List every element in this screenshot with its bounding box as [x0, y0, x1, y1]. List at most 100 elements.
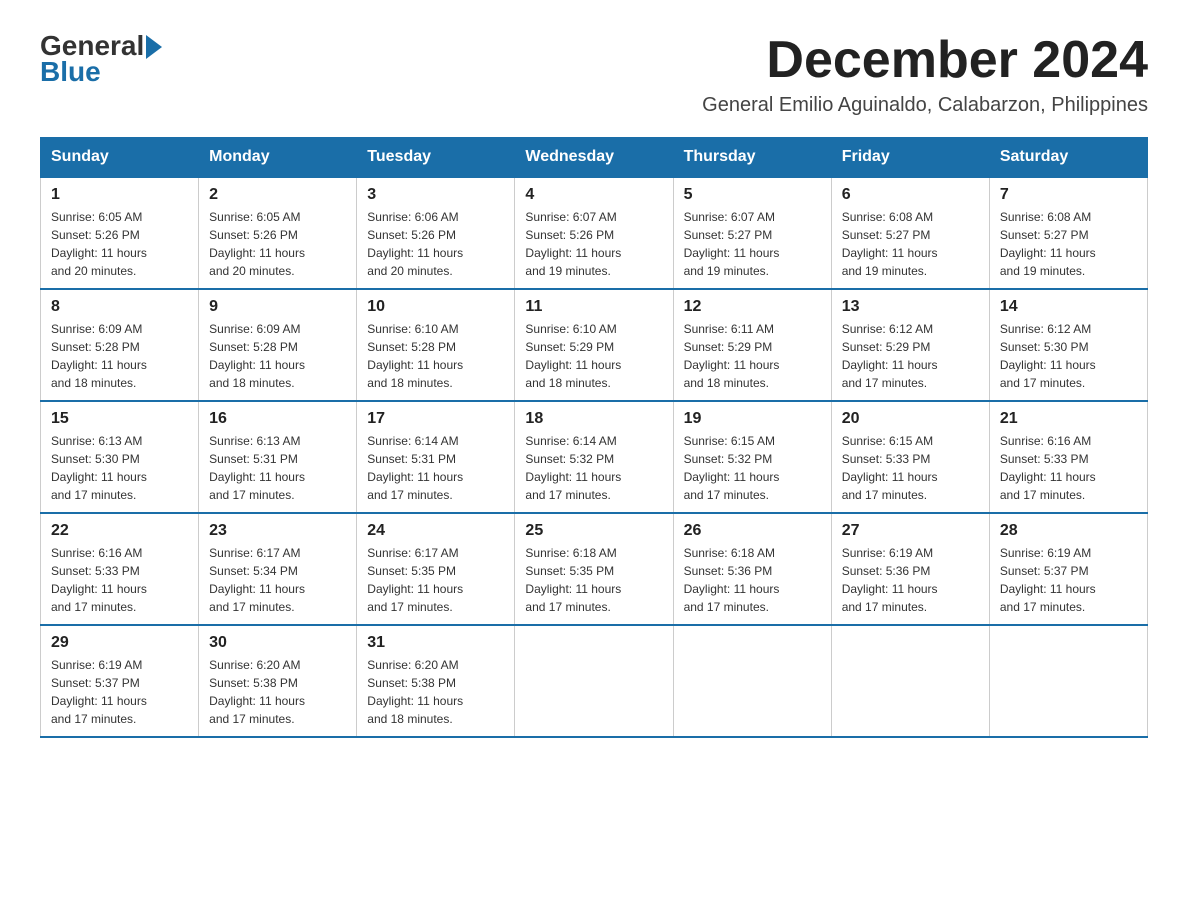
day-info: Sunrise: 6:17 AMSunset: 5:34 PMDaylight:…: [209, 544, 346, 616]
day-info: Sunrise: 6:16 AMSunset: 5:33 PMDaylight:…: [1000, 432, 1137, 504]
weekday-header-row: SundayMondayTuesdayWednesdayThursdayFrid…: [41, 138, 1148, 178]
day-number: 2: [209, 186, 346, 204]
day-info: Sunrise: 6:14 AMSunset: 5:31 PMDaylight:…: [367, 432, 504, 504]
day-info: Sunrise: 6:17 AMSunset: 5:35 PMDaylight:…: [367, 544, 504, 616]
day-info: Sunrise: 6:16 AMSunset: 5:33 PMDaylight:…: [51, 544, 188, 616]
calendar-cell: 3 Sunrise: 6:06 AMSunset: 5:26 PMDaylight…: [357, 177, 515, 289]
day-info: Sunrise: 6:08 AMSunset: 5:27 PMDaylight:…: [842, 208, 979, 280]
calendar-cell: [831, 625, 989, 737]
calendar-cell: 28Sunrise: 6:19 AMSunset: 5:37 PMDayligh…: [989, 513, 1147, 625]
calendar-cell: 20 Sunrise: 6:15 AMSunset: 5:33 PMDayligh…: [831, 401, 989, 513]
day-number: 3: [367, 186, 504, 204]
calendar-cell: 9Sunrise: 6:09 AMSunset: 5:28 PMDaylight…: [199, 289, 357, 401]
day-number: 26: [684, 522, 821, 540]
page-header: General Blue December 2024 General Emili…: [40, 30, 1148, 117]
day-info: Sunrise: 6:13 AMSunset: 5:31 PMDaylight:…: [209, 432, 346, 504]
day-number: 18: [525, 410, 662, 428]
calendar-cell: 15Sunrise: 6:13 AMSunset: 5:30 PMDayligh…: [41, 401, 199, 513]
weekday-header-friday: Friday: [831, 138, 989, 178]
calendar-table: SundayMondayTuesdayWednesdayThursdayFrid…: [40, 137, 1148, 738]
day-number: 21: [1000, 410, 1137, 428]
calendar-week-row-3: 15Sunrise: 6:13 AMSunset: 5:30 PMDayligh…: [41, 401, 1148, 513]
day-info: Sunrise: 6:18 AMSunset: 5:36 PMDaylight:…: [684, 544, 821, 616]
calendar-cell: 19Sunrise: 6:15 AMSunset: 5:32 PMDayligh…: [673, 401, 831, 513]
day-info: Sunrise: 6:19 AMSunset: 5:37 PMDaylight:…: [51, 656, 188, 728]
day-info: Sunrise: 6:13 AMSunset: 5:30 PMDaylight:…: [51, 432, 188, 504]
calendar-cell: 31 Sunrise: 6:20 AMSunset: 5:38 PMDayligh…: [357, 625, 515, 737]
day-info: Sunrise: 6:20 AMSunset: 5:38 PMDaylight:…: [209, 656, 346, 728]
logo-blue-text: Blue: [40, 56, 162, 88]
day-info: Sunrise: 6:07 AMSunset: 5:27 PMDaylight:…: [684, 208, 821, 280]
calendar-cell: 6 Sunrise: 6:08 AMSunset: 5:27 PMDaylight…: [831, 177, 989, 289]
day-number: 24: [367, 522, 504, 540]
day-number: 16: [209, 410, 346, 428]
day-number: 31: [367, 634, 504, 652]
day-number: 30: [209, 634, 346, 652]
calendar-cell: 8 Sunrise: 6:09 AMSunset: 5:28 PMDaylight…: [41, 289, 199, 401]
calendar-cell: 30 Sunrise: 6:20 AMSunset: 5:38 PMDayligh…: [199, 625, 357, 737]
weekday-header-thursday: Thursday: [673, 138, 831, 178]
day-info: Sunrise: 6:10 AMSunset: 5:29 PMDaylight:…: [525, 320, 662, 392]
calendar-cell: 17 Sunrise: 6:14 AMSunset: 5:31 PMDayligh…: [357, 401, 515, 513]
weekday-header-tuesday: Tuesday: [357, 138, 515, 178]
day-number: 13: [842, 298, 979, 316]
calendar-cell: 12 Sunrise: 6:11 AMSunset: 5:29 PMDayligh…: [673, 289, 831, 401]
weekday-header-monday: Monday: [199, 138, 357, 178]
calendar-week-row-2: 8 Sunrise: 6:09 AMSunset: 5:28 PMDaylight…: [41, 289, 1148, 401]
calendar-cell: 29 Sunrise: 6:19 AMSunset: 5:37 PMDayligh…: [41, 625, 199, 737]
day-number: 5: [684, 186, 821, 204]
calendar-cell: 7Sunrise: 6:08 AMSunset: 5:27 PMDaylight…: [989, 177, 1147, 289]
calendar-cell: 24 Sunrise: 6:17 AMSunset: 5:35 PMDayligh…: [357, 513, 515, 625]
day-number: 29: [51, 634, 188, 652]
day-number: 8: [51, 298, 188, 316]
day-number: 27: [842, 522, 979, 540]
day-number: 14: [1000, 298, 1137, 316]
calendar-cell: 5 Sunrise: 6:07 AMSunset: 5:27 PMDaylight…: [673, 177, 831, 289]
day-number: 6: [842, 186, 979, 204]
day-info: Sunrise: 6:05 AMSunset: 5:26 PMDaylight:…: [209, 208, 346, 280]
day-info: Sunrise: 6:10 AMSunset: 5:28 PMDaylight:…: [367, 320, 504, 392]
day-number: 17: [367, 410, 504, 428]
day-number: 20: [842, 410, 979, 428]
day-info: Sunrise: 6:12 AMSunset: 5:30 PMDaylight:…: [1000, 320, 1137, 392]
calendar-cell: 18 Sunrise: 6:14 AMSunset: 5:32 PMDayligh…: [515, 401, 673, 513]
day-number: 10: [367, 298, 504, 316]
day-info: Sunrise: 6:06 AMSunset: 5:26 PMDaylight:…: [367, 208, 504, 280]
day-number: 23: [209, 522, 346, 540]
calendar-week-row-4: 22 Sunrise: 6:16 AMSunset: 5:33 PMDayligh…: [41, 513, 1148, 625]
calendar-cell: 23 Sunrise: 6:17 AMSunset: 5:34 PMDayligh…: [199, 513, 357, 625]
day-info: Sunrise: 6:07 AMSunset: 5:26 PMDaylight:…: [525, 208, 662, 280]
calendar-cell: 27 Sunrise: 6:19 AMSunset: 5:36 PMDayligh…: [831, 513, 989, 625]
day-number: 11: [525, 298, 662, 316]
calendar-cell: 10 Sunrise: 6:10 AMSunset: 5:28 PMDayligh…: [357, 289, 515, 401]
day-number: 12: [684, 298, 821, 316]
weekday-header-wednesday: Wednesday: [515, 138, 673, 178]
day-number: 22: [51, 522, 188, 540]
day-info: Sunrise: 6:14 AMSunset: 5:32 PMDaylight:…: [525, 432, 662, 504]
calendar-cell: 22 Sunrise: 6:16 AMSunset: 5:33 PMDayligh…: [41, 513, 199, 625]
day-info: Sunrise: 6:05 AMSunset: 5:26 PMDaylight:…: [51, 208, 188, 280]
calendar-cell: 26 Sunrise: 6:18 AMSunset: 5:36 PMDayligh…: [673, 513, 831, 625]
calendar-cell: 21 Sunrise: 6:16 AMSunset: 5:33 PMDayligh…: [989, 401, 1147, 513]
logo: General Blue: [40, 30, 162, 88]
day-info: Sunrise: 6:11 AMSunset: 5:29 PMDaylight:…: [684, 320, 821, 392]
calendar-cell: 25Sunrise: 6:18 AMSunset: 5:35 PMDayligh…: [515, 513, 673, 625]
day-number: 4: [525, 186, 662, 204]
calendar-cell: 2 Sunrise: 6:05 AMSunset: 5:26 PMDaylight…: [199, 177, 357, 289]
calendar-cell: [515, 625, 673, 737]
calendar-cell: 1 Sunrise: 6:05 AMSunset: 5:26 PMDaylight…: [41, 177, 199, 289]
calendar-cell: 16 Sunrise: 6:13 AMSunset: 5:31 PMDayligh…: [199, 401, 357, 513]
weekday-header-saturday: Saturday: [989, 138, 1147, 178]
day-info: Sunrise: 6:09 AMSunset: 5:28 PMDaylight:…: [51, 320, 188, 392]
weekday-header-sunday: Sunday: [41, 138, 199, 178]
day-info: Sunrise: 6:18 AMSunset: 5:35 PMDaylight:…: [525, 544, 662, 616]
day-info: Sunrise: 6:15 AMSunset: 5:33 PMDaylight:…: [842, 432, 979, 504]
day-info: Sunrise: 6:19 AMSunset: 5:36 PMDaylight:…: [842, 544, 979, 616]
day-number: 28: [1000, 522, 1137, 540]
calendar-cell: 11 Sunrise: 6:10 AMSunset: 5:29 PMDayligh…: [515, 289, 673, 401]
day-number: 1: [51, 186, 188, 204]
day-info: Sunrise: 6:08 AMSunset: 5:27 PMDaylight:…: [1000, 208, 1137, 280]
day-info: Sunrise: 6:20 AMSunset: 5:38 PMDaylight:…: [367, 656, 504, 728]
day-number: 9: [209, 298, 346, 316]
calendar-cell: 4 Sunrise: 6:07 AMSunset: 5:26 PMDaylight…: [515, 177, 673, 289]
